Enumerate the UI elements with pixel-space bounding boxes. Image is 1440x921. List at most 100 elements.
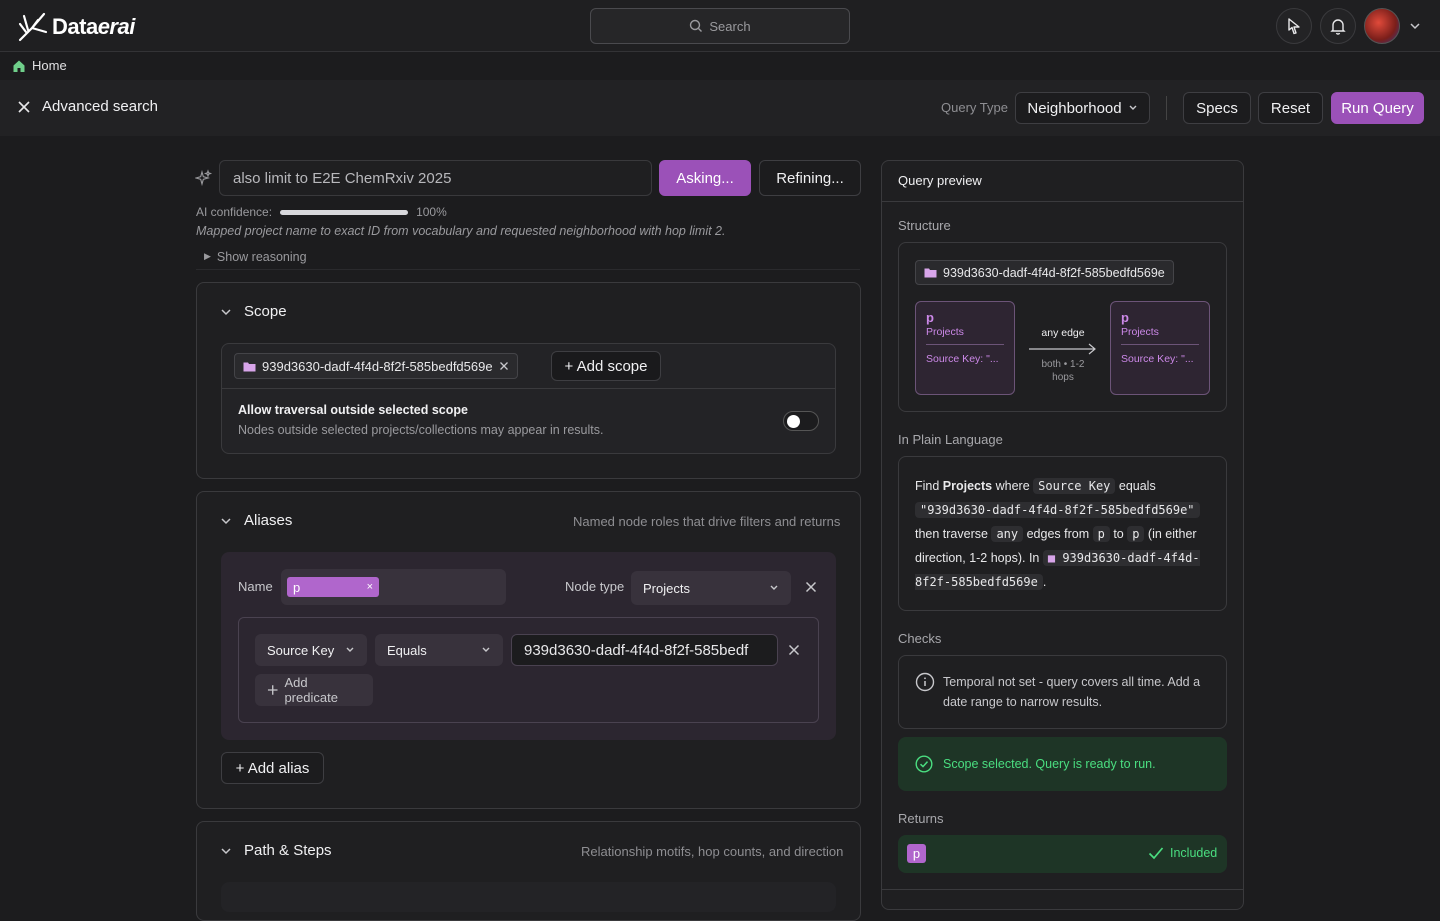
checks-label: Checks [898, 631, 942, 646]
mapping-note: Mapped project name to exact ID from voc… [196, 224, 726, 238]
predicate-field-value: Source Key [267, 642, 335, 658]
alias-name-input[interactable]: p × [281, 569, 506, 605]
path-step-row [221, 882, 836, 912]
aliases-subtitle: Named node roles that drive filters and … [573, 514, 841, 529]
edge-direction: both • 1-2 [1041, 359, 1085, 370]
structure-scope-chip: 939d3630-dadf-4f4d-8f2f-585bedfd569e [915, 260, 1174, 285]
aliases-header[interactable]: Aliases [220, 512, 292, 529]
show-reasoning-label: Show reasoning [216, 249, 307, 264]
add-scope-button[interactable]: + Add scope [551, 351, 661, 381]
arrow-right-icon [1029, 343, 1096, 355]
search-icon [690, 19, 703, 32]
divider [1121, 344, 1199, 345]
scope-header[interactable]: Scope [220, 303, 287, 320]
close-icon[interactable]: × [367, 581, 373, 593]
avatar[interactable] [1364, 8, 1400, 44]
plain-text: equals [1115, 479, 1156, 493]
chevron-down-icon [221, 517, 231, 524]
divider [926, 344, 1004, 345]
folder-icon: ■ [1047, 551, 1056, 565]
ai-prompt-input[interactable]: also limit to E2E ChemRxiv 2025 [219, 160, 652, 196]
traversal-description: Nodes outside selected projects/collecti… [238, 423, 604, 437]
reset-button[interactable]: Reset [1258, 92, 1323, 124]
plain-text: Projects [942, 479, 993, 493]
refining-button[interactable]: Refining... [759, 160, 861, 196]
predicate-operator-value: Equals [387, 642, 427, 658]
breadcrumb[interactable]: Home [12, 58, 67, 73]
toggle-knob [787, 415, 800, 428]
aliases-title: Aliases [244, 512, 293, 529]
plain-code: "939d3630-dadf-4f4d-8f2f-585bedfd569e" [915, 502, 1200, 518]
returns-label: Returns [898, 811, 944, 826]
node-alias: p [1121, 310, 1129, 325]
alias-pill: p × [287, 577, 379, 597]
return-status-label: Included [1170, 846, 1218, 860]
scope-chip-label: 939d3630-dadf-4f4d-8f2f-585bedfd569e [262, 358, 493, 374]
chevron-down-icon [1129, 105, 1137, 110]
page-title-group: Advanced search [16, 98, 158, 115]
plain-text: then traverse [915, 527, 992, 541]
check-success: Scope selected. Query is ready to run. [898, 737, 1227, 791]
plain-code: any [991, 526, 1024, 542]
add-alias-button[interactable]: + Add alias [221, 752, 324, 784]
path-steps-header[interactable]: Path & Steps [220, 842, 332, 859]
alias-name-label: Name [238, 579, 273, 594]
add-predicate-label: Add predicate [284, 675, 338, 705]
plain-text: where [992, 479, 1034, 493]
plus-icon [267, 685, 278, 695]
check-warning-text: Temporal not set - query covers all time… [943, 675, 1201, 709]
notifications-button[interactable] [1320, 8, 1356, 44]
show-reasoning-toggle[interactable]: ▶ Show reasoning [196, 244, 860, 270]
predicate-operator-select[interactable]: Equals [375, 634, 503, 666]
plain-text: . [1042, 575, 1047, 589]
node-type: Projects [926, 326, 964, 338]
node-type-label: Node type [565, 579, 625, 594]
divider [882, 201, 1243, 202]
chevron-down-icon [770, 585, 778, 590]
edge-label: any edge [1041, 327, 1085, 339]
add-predicate-button[interactable]: Add predicate [255, 674, 373, 706]
asking-button[interactable]: Asking... [659, 160, 751, 196]
run-query-button[interactable]: Run Query [1331, 92, 1424, 124]
remove-predicate-icon[interactable] [788, 644, 800, 656]
node-type-select[interactable]: Projects [631, 571, 791, 605]
predicate-value-input[interactable]: 939d3630-dadf-4f4d-8f2f-585bedf [511, 634, 778, 666]
global-search[interactable]: Search [590, 8, 850, 44]
return-alias-badge[interactable]: p [907, 844, 926, 863]
node-filter: Source Key: "... [1121, 353, 1194, 365]
close-icon[interactable] [499, 361, 509, 371]
return-status: Included [1148, 846, 1217, 860]
query-type-value: Neighborhood [1027, 99, 1122, 117]
confidence-label: AI confidence: [196, 205, 273, 219]
divider [882, 889, 1243, 890]
predicate-field-select[interactable]: Source Key [255, 634, 367, 666]
plain-code: p [1127, 526, 1145, 542]
plain-language-text: Find Projects where Source Key equals "9… [915, 474, 1215, 594]
node-type-value: Projects [643, 580, 690, 596]
traversal-toggle[interactable] [783, 411, 819, 431]
predicate-box [238, 617, 819, 723]
app-logo[interactable]: Dataerai [16, 10, 135, 44]
remove-alias-icon[interactable] [805, 581, 817, 593]
divider [1166, 96, 1167, 120]
bell-icon [1330, 19, 1346, 35]
logo-icon [18, 12, 48, 42]
plain-text: Find [915, 479, 943, 493]
edge-hops: hops [1052, 372, 1074, 383]
chevron-down-icon[interactable] [1409, 21, 1421, 31]
chevron-down-icon [482, 647, 490, 652]
specs-button[interactable]: Specs [1183, 92, 1251, 124]
breadcrumb-home[interactable]: Home [32, 58, 67, 73]
graph-button[interactable] [1276, 8, 1312, 44]
app-name: Dataerai [52, 14, 135, 39]
query-type-select[interactable]: Neighborhood [1015, 92, 1150, 124]
chevron-down-icon [221, 308, 231, 315]
folder-icon [243, 362, 256, 371]
info-icon [915, 672, 935, 692]
close-icon[interactable] [16, 99, 32, 115]
plain-code: p [1092, 526, 1110, 542]
sparkle-icon [195, 169, 213, 187]
confidence-bar [280, 209, 409, 215]
node-filter: Source Key: "... [926, 353, 999, 365]
check-icon [1148, 847, 1164, 860]
